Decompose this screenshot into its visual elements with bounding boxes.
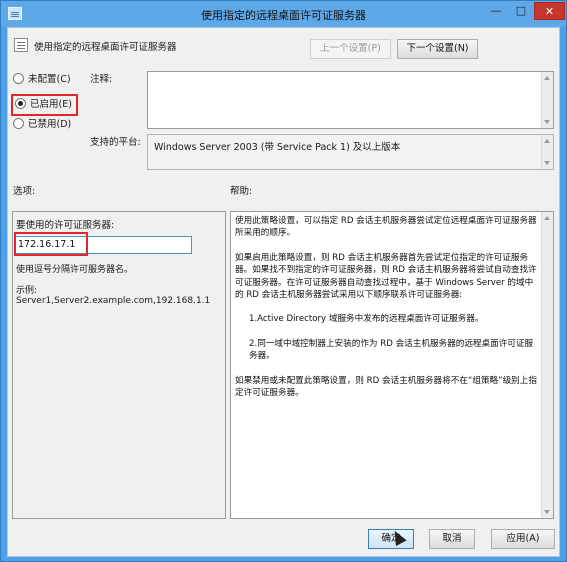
minimize-button[interactable]: — xyxy=(484,2,508,20)
options-panel: 要使用的许可证服务器: 172.16.17.1 使用逗号分隔许可服务器名。 示例… xyxy=(12,211,226,519)
radio-label: 已禁用(D) xyxy=(28,119,72,130)
comment-textarea[interactable] xyxy=(147,71,554,129)
scroll-up-icon[interactable] xyxy=(544,139,550,143)
dialog-client: 使用指定的远程桌面许可证服务器 上一个设置(P) 下一个设置(N) 未配置(C)… xyxy=(7,27,560,557)
help-paragraph: 1.Active Directory 域服务中发布的远程桌面许可证服务器。 xyxy=(249,314,484,325)
platform-scrollbar[interactable] xyxy=(541,135,553,169)
policy-title: 使用指定的远程桌面许可证服务器 xyxy=(34,42,177,53)
policy-setting-icon xyxy=(14,38,28,52)
title-bar[interactable]: 使用指定的远程桌面许可证服务器 — □ ✕ xyxy=(1,1,566,27)
scroll-up-icon[interactable] xyxy=(544,76,550,80)
dialog-window: 使用指定的远程桌面许可证服务器 — □ ✕ 使用指定的远程桌面许可证服务器 上一… xyxy=(0,0,567,562)
scroll-down-icon[interactable] xyxy=(544,510,550,514)
separator-hint: 使用逗号分隔许可服务器名。 xyxy=(16,265,134,275)
help-paragraph: 使用此策略设置，可以指定 RD 会话主机服务器尝试定位远程桌面许可证服务器所采用… xyxy=(235,216,537,239)
scroll-up-icon[interactable] xyxy=(544,216,550,220)
radio-label: 未配置(C) xyxy=(28,74,71,85)
scroll-down-icon[interactable] xyxy=(544,161,550,165)
radio-checked-icon xyxy=(15,98,26,109)
platform-box: Windows Server 2003 (带 Service Pack 1) 及… xyxy=(147,134,554,170)
help-paragraph: 如果禁用或未配置此策略设置，则 RD 会话主机服务器将不在“组策略”级别上指定许… xyxy=(235,375,537,399)
example-value: Server1,Server2.example.com,192.168.1.1 xyxy=(16,296,211,306)
options-label: 选项: xyxy=(13,186,36,197)
platform-label: 支持的平台: xyxy=(90,137,141,148)
maximize-button[interactable]: □ xyxy=(509,2,533,20)
radio-label: 已启用(E) xyxy=(30,99,72,110)
help-paragraph: 如果启用此策略设置，则 RD 会话主机服务器首先尝试定位指定的许可证服务器。如果… xyxy=(235,252,537,301)
input-highlight-box xyxy=(14,232,88,256)
comment-scrollbar[interactable] xyxy=(541,72,553,128)
example-label: 示例: xyxy=(16,286,38,296)
apply-button[interactable]: 应用(A) xyxy=(491,529,555,549)
radio-enabled[interactable]: 已启用(E) xyxy=(11,94,78,116)
radio-circle-icon xyxy=(13,73,24,84)
cancel-button[interactable]: 取消 xyxy=(429,529,475,549)
previous-setting-button[interactable]: 上一个设置(P) xyxy=(310,39,391,59)
platform-value: Windows Server 2003 (带 Service Pack 1) 及… xyxy=(154,142,401,153)
scroll-down-icon[interactable] xyxy=(544,120,550,124)
help-paragraph: 2.同一域中域控制器上安装的作为 RD 会话主机服务器的远程桌面许可证服务器。 xyxy=(249,338,534,362)
radio-circle-icon xyxy=(13,118,24,129)
help-label: 帮助: xyxy=(230,186,253,197)
next-setting-button[interactable]: 下一个设置(N) xyxy=(397,39,478,59)
help-text: 使用此策略设置，可以指定 RD 会话主机服务器尝试定位远程桌面许可证服务器所采用… xyxy=(235,215,537,411)
radio-disabled[interactable]: 已禁用(D) xyxy=(13,117,71,133)
license-server-label: 要使用的许可证服务器: xyxy=(16,220,115,231)
window-title: 使用指定的远程桌面许可证服务器 xyxy=(201,9,366,22)
help-panel: 使用此策略设置，可以指定 RD 会话主机服务器尝试定位远程桌面许可证服务器所采用… xyxy=(230,211,554,519)
help-scrollbar[interactable] xyxy=(541,212,553,518)
comment-label: 注释: xyxy=(90,74,113,85)
radio-not-configured[interactable]: 未配置(C) xyxy=(13,72,71,88)
close-button[interactable]: ✕ xyxy=(534,2,565,20)
